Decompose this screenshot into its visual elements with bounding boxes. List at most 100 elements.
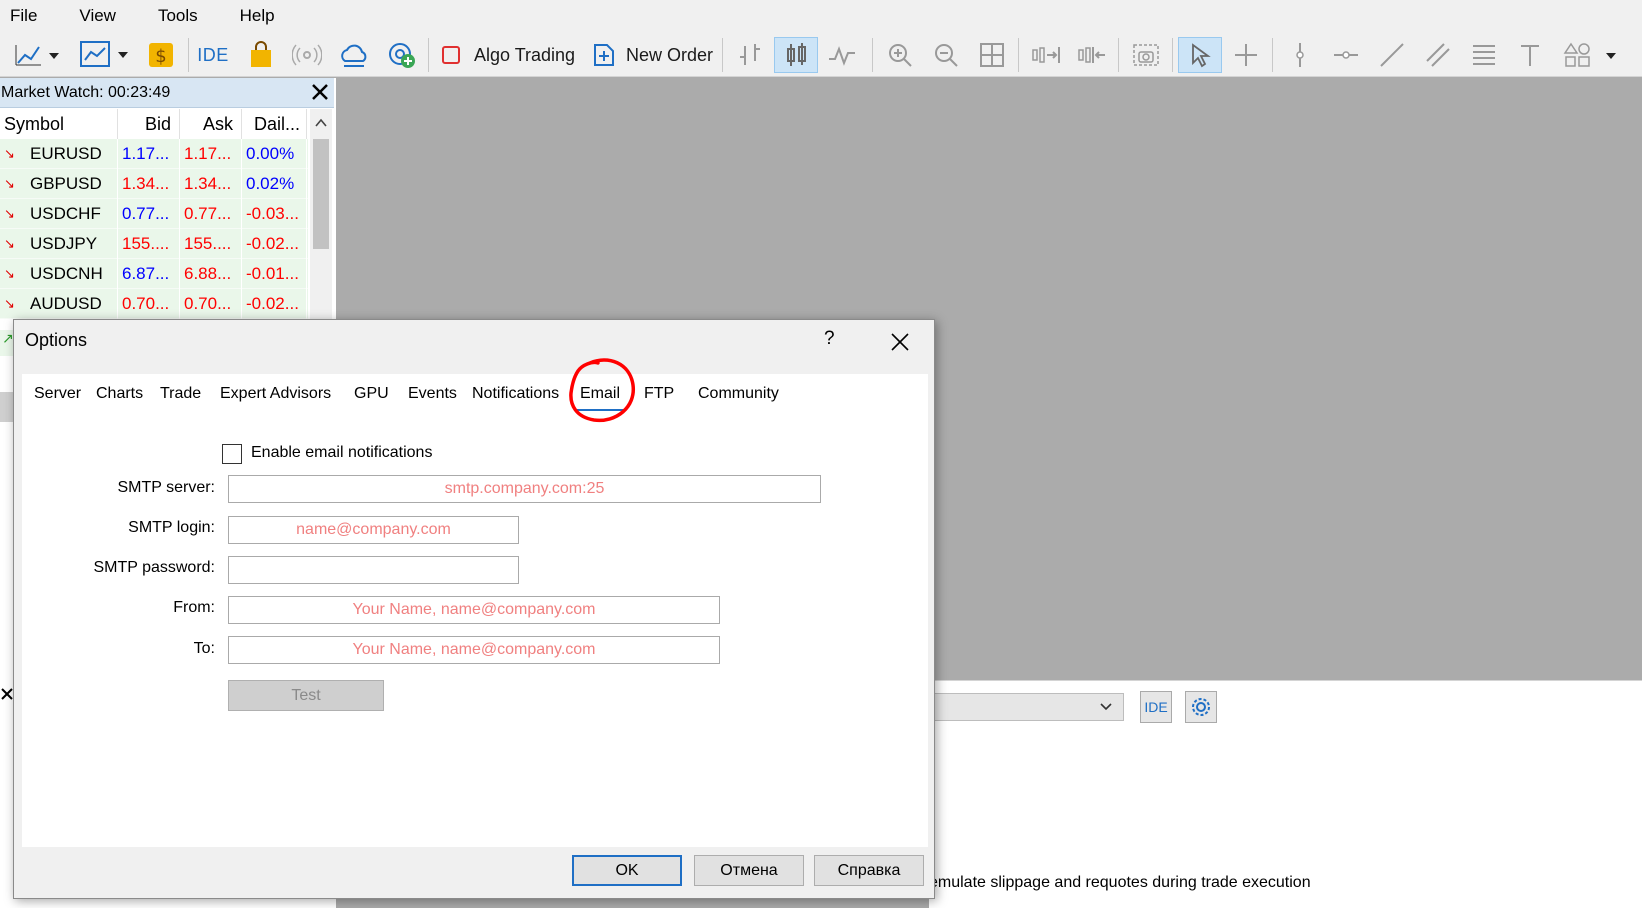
zoom-in-button[interactable]	[880, 37, 920, 73]
menu-file[interactable]: File	[0, 0, 49, 32]
signals-button[interactable]	[290, 37, 324, 73]
menu-help[interactable]: Help	[228, 0, 287, 32]
tab-trade[interactable]: Trade	[160, 374, 201, 414]
text-button[interactable]	[1510, 37, 1550, 73]
shapes-icon	[1563, 42, 1616, 67]
camera-icon	[1133, 44, 1159, 66]
new-chart-button[interactable]	[10, 37, 64, 73]
enable-email-label: Enable email notifications	[251, 444, 433, 461]
to-input[interactable]: Your Name, name@company.com	[228, 636, 720, 664]
crosshair-button[interactable]	[1226, 37, 1266, 73]
algo-trading-button[interactable]: Algo Trading	[440, 37, 580, 73]
table-row[interactable]: ↘ USDCHF 0.77... 0.77... -0.03...	[0, 199, 308, 229]
col-bid[interactable]: Bid	[118, 109, 180, 139]
arrow-down-icon: ↘	[4, 266, 15, 281]
svg-text:$: $	[155, 46, 166, 67]
smtp-login-label: SMTP login:	[128, 519, 215, 536]
chart-shift-button[interactable]	[1072, 37, 1112, 73]
table-row[interactable]: ↘ GBPUSD 1.34... 1.34... 0.02%	[0, 169, 308, 199]
symbol-cell: ↘ USDCHF	[0, 199, 118, 229]
ask-cell: 155....	[180, 229, 242, 259]
ok-button[interactable]: OK	[572, 855, 682, 886]
help-icon[interactable]: ?	[824, 328, 835, 350]
zoom-out-button[interactable]	[926, 37, 966, 73]
smtp-password-input[interactable]	[228, 556, 519, 584]
smtp-login-input[interactable]: name@company.com	[228, 516, 519, 544]
table-row[interactable]: ↘ USDCNH 6.87... 6.88... -0.01...	[0, 259, 308, 289]
horizontal-line-button[interactable]	[1326, 37, 1366, 73]
tab-events[interactable]: Events	[408, 374, 457, 414]
bar-chart-button[interactable]	[730, 37, 770, 73]
vertical-line-button[interactable]	[1280, 37, 1320, 73]
toolbar: $ IDE Algo Trading New Order	[0, 32, 1642, 77]
tester-settings-button[interactable]	[1185, 691, 1217, 723]
shop-button[interactable]	[244, 37, 278, 73]
menu-view[interactable]: View	[67, 0, 128, 32]
add-account-button[interactable]	[384, 37, 420, 73]
annotation-circle	[569, 358, 635, 423]
ide-label: IDE	[197, 44, 229, 65]
ask-cell: 6.88...	[180, 259, 242, 289]
tab-bar: Server Charts Trade Expert Advisors GPU …	[22, 374, 928, 414]
close-icon[interactable]	[890, 332, 910, 352]
fibonacci-button[interactable]	[1464, 37, 1504, 73]
fibonacci-icon	[1473, 45, 1495, 65]
line-icon	[829, 46, 855, 66]
table-row[interactable]: ↘ AUDUSD 0.70... 0.70... -0.02...	[0, 289, 308, 319]
tester-ide-button[interactable]: IDE	[1140, 691, 1172, 723]
cursor-button[interactable]	[1178, 37, 1222, 73]
vps-button[interactable]	[336, 37, 372, 73]
profiles-button[interactable]	[76, 37, 132, 73]
help-button[interactable]: Справка	[814, 855, 924, 886]
test-button[interactable]: Test	[228, 680, 384, 711]
from-label: From:	[173, 599, 215, 616]
table-row[interactable]: ↘ EURUSD 1.17... 1.17... 0.00%	[0, 139, 308, 169]
tab-charts[interactable]: Charts	[96, 374, 143, 414]
algo-trading-label: Algo Trading	[474, 44, 576, 65]
screenshot-button[interactable]	[1126, 37, 1166, 73]
auto-scroll-button[interactable]	[1026, 37, 1066, 73]
menu-tools[interactable]: Tools	[146, 0, 210, 32]
tab-gpu[interactable]: GPU	[354, 374, 389, 414]
line-chart-button[interactable]	[822, 37, 862, 73]
market-button[interactable]: $	[144, 37, 178, 73]
table-row[interactable]: ↘ USDJPY 155.... 155.... -0.02...	[0, 229, 308, 259]
crosshair-icon	[1235, 44, 1257, 66]
scroll-thumb[interactable]	[313, 139, 329, 249]
ask-cell: 0.77...	[180, 199, 242, 229]
smtp-server-input[interactable]: smtp.company.com:25	[228, 475, 821, 503]
channel-icon	[1426, 43, 1450, 67]
tab-server[interactable]: Server	[34, 374, 81, 414]
symbol-cell: ↘ AUDUSD	[0, 289, 118, 319]
tab-ftp[interactable]: FTP	[644, 374, 674, 414]
zoom-in-icon	[889, 44, 912, 67]
market-watch-scrollbar[interactable]	[310, 109, 332, 319]
smtp-password-label: SMTP password:	[93, 559, 215, 576]
col-daily[interactable]: Dail...	[242, 109, 307, 139]
line-chart-icon	[15, 45, 59, 66]
ide-button[interactable]: IDE	[196, 37, 230, 73]
scroll-up-icon[interactable]	[314, 117, 328, 129]
arrow-down-icon: ↘	[4, 296, 15, 311]
tab-community[interactable]: Community	[698, 374, 779, 414]
close-icon[interactable]	[0, 685, 14, 703]
col-symbol[interactable]: Symbol	[0, 109, 118, 139]
cancel-button[interactable]: Отмена	[694, 855, 804, 886]
from-input[interactable]: Your Name, name@company.com	[228, 596, 720, 624]
close-icon[interactable]	[310, 82, 330, 102]
symbol-cell: ↘ EURUSD	[0, 139, 118, 169]
col-ask[interactable]: Ask	[180, 109, 242, 139]
enable-email-checkbox[interactable]	[222, 444, 242, 464]
dialog-title: Options	[25, 330, 88, 350]
tab-expert-advisors[interactable]: Expert Advisors	[220, 374, 331, 414]
trendline-button[interactable]	[1372, 37, 1412, 73]
tile-windows-button[interactable]	[972, 37, 1012, 73]
channel-button[interactable]	[1418, 37, 1458, 73]
shapes-button[interactable]	[1560, 37, 1624, 73]
candlestick-button[interactable]	[774, 37, 818, 73]
tester-select[interactable]	[929, 693, 1124, 721]
vertical-line-icon	[1296, 43, 1304, 67]
new-order-button[interactable]: New Order	[592, 37, 716, 73]
bid-cell: 0.77...	[118, 199, 180, 229]
tab-notifications[interactable]: Notifications	[472, 374, 559, 414]
